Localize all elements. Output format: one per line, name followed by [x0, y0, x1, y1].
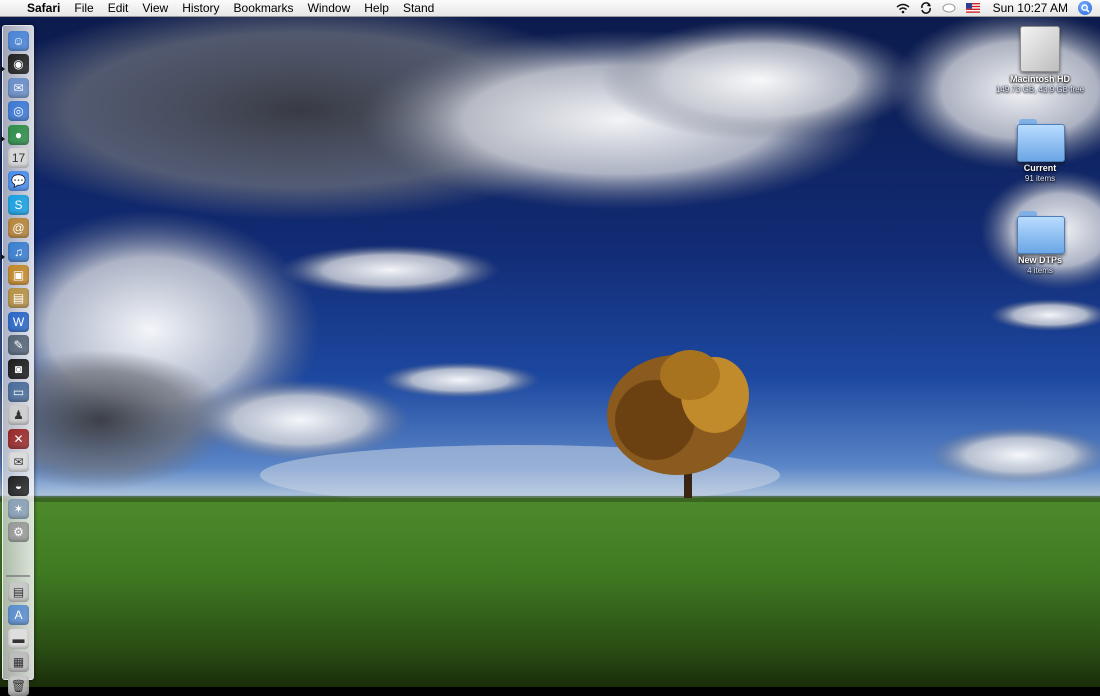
- ichat-icon[interactable]: 💬: [8, 171, 29, 192]
- running-indicator: [1, 66, 5, 72]
- monitor-icon[interactable]: ▭: [8, 382, 29, 402]
- desktop-item-macintosh-hd[interactable]: Macintosh HD 149.73 GB, 43.9 GB free: [995, 26, 1085, 95]
- pen-tool-icon[interactable]: ✎: [8, 335, 29, 356]
- menu-stand[interactable]: Stand: [396, 0, 441, 16]
- front-row-icon[interactable]: ◒: [8, 475, 29, 496]
- desktop-item-current[interactable]: Current 91 items: [995, 117, 1085, 184]
- finder-icon[interactable]: ☺: [8, 31, 29, 51]
- running-indicator: [1, 136, 5, 142]
- desktop-item-new-dtps[interactable]: New DTPs 4 items: [995, 209, 1085, 276]
- app-menu[interactable]: Safari: [20, 0, 67, 16]
- desktop-item-label: Macintosh HD: [1009, 74, 1070, 84]
- battery-icon[interactable]: [937, 0, 961, 16]
- disabled-app-icon[interactable]: ✕: [8, 428, 29, 449]
- stamp-icon[interactable]: ♟: [8, 405, 29, 426]
- network-globe-icon[interactable]: ●: [8, 124, 29, 145]
- dashboard-icon[interactable]: ◉: [8, 54, 29, 75]
- utility-icon[interactable]: ✶: [8, 499, 29, 519]
- trash-icon[interactable]: 🗑: [8, 675, 29, 696]
- safari-icon[interactable]: ◎: [8, 101, 29, 122]
- desktop-item-info: 4 items: [1027, 266, 1053, 275]
- menu-clock[interactable]: Sun 10:27 AM: [985, 0, 1078, 16]
- word-icon[interactable]: W: [8, 311, 29, 332]
- dock: ☺ ◉ ✉ ◎ ● 17 💬 S @ ♫ ▣ ▤ W ✎ ◙ ▭ ♟ ✕ ✉ ◒ ✶ ⚙ ▤ A ▬ ▦ 🗑: [1, 25, 34, 696]
- menu-file[interactable]: File: [67, 0, 100, 16]
- address-book-icon[interactable]: @: [8, 218, 29, 239]
- menu-bookmarks[interactable]: Bookmarks: [227, 0, 301, 16]
- photo-booth-icon[interactable]: ◙: [8, 358, 29, 379]
- folder-icon: [1017, 117, 1065, 162]
- stack-folder-icon[interactable]: ▤: [8, 582, 29, 602]
- itunes-icon[interactable]: ♫: [8, 241, 29, 262]
- menu-edit[interactable]: Edit: [101, 0, 136, 16]
- minimized-window-icon[interactable]: ▬: [8, 628, 29, 649]
- desktop-item-info: 91 items: [1024, 174, 1056, 183]
- sync-icon[interactable]: [915, 0, 937, 16]
- preview-icon[interactable]: ▤: [8, 288, 29, 309]
- iphoto-icon[interactable]: ▣: [8, 265, 29, 285]
- desktop-item-label: Current: [1023, 163, 1057, 173]
- notes-icon[interactable]: ✉: [8, 452, 29, 473]
- applications-stack-icon[interactable]: A: [8, 605, 29, 626]
- mail-icon[interactable]: ✉: [8, 77, 29, 98]
- hard-drive-icon: [1020, 26, 1060, 72]
- desktop-wallpaper: [0, 0, 1100, 687]
- menu-bar: Safari File Edit View History Bookmarks …: [0, 0, 1100, 17]
- spotlight-icon[interactable]: [1078, 1, 1092, 15]
- wifi-icon[interactable]: [891, 0, 915, 16]
- folder-icon: [1017, 209, 1065, 254]
- menu-history[interactable]: History: [175, 0, 226, 16]
- dock-separator: [6, 575, 30, 577]
- running-indicator: [1, 254, 5, 260]
- menu-help[interactable]: Help: [357, 0, 396, 16]
- us-flag-icon[interactable]: [961, 0, 985, 16]
- downloads-stack-icon[interactable]: ▦: [8, 652, 29, 673]
- desktop-item-info: 149.73 GB, 43.9 GB free: [995, 85, 1085, 94]
- system-prefs-icon[interactable]: ⚙: [8, 522, 29, 543]
- desktop-item-label: New DTPs: [1017, 255, 1062, 265]
- menu-view[interactable]: View: [135, 0, 175, 16]
- ical-icon[interactable]: 17: [8, 148, 29, 168]
- menu-window[interactable]: Window: [301, 0, 358, 16]
- skype-icon[interactable]: S: [8, 194, 29, 215]
